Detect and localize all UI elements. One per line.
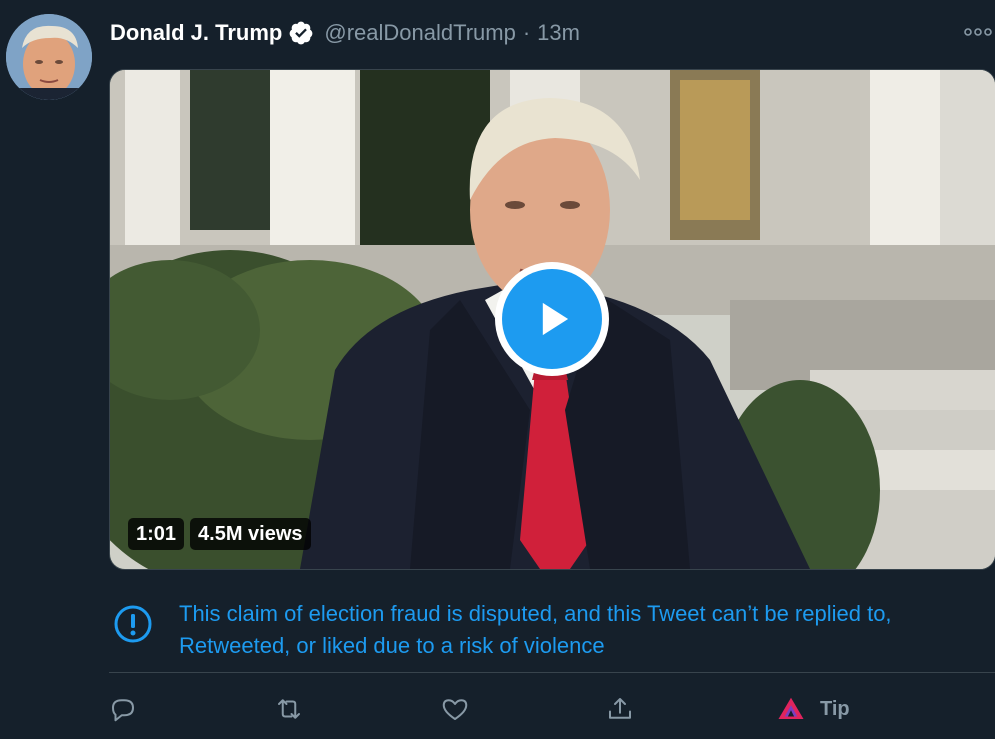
- tweet: Donald J. Trump @realDonaldTrump · 13m 1…: [0, 0, 995, 739]
- avatar[interactable]: [6, 14, 92, 100]
- video-views: 4.5M views: [190, 518, 311, 550]
- author-name[interactable]: Donald J. Trump: [110, 20, 282, 46]
- heart-icon: [442, 699, 468, 720]
- disputed-notice-text[interactable]: This claim of election fraud is disputed…: [179, 598, 994, 662]
- tip-label: Tip: [820, 697, 850, 720]
- share-icon: [609, 698, 631, 719]
- avatar-image: [6, 14, 92, 100]
- play-button[interactable]: [495, 262, 609, 376]
- tweet-timestamp[interactable]: 13m: [537, 20, 580, 46]
- tweet-header: Donald J. Trump @realDonaldTrump · 13m: [110, 16, 580, 50]
- like-button[interactable]: [440, 692, 470, 726]
- retweet-button[interactable]: [274, 692, 304, 726]
- verified-badge-icon: [288, 20, 314, 46]
- play-icon: [502, 269, 602, 369]
- divider: [109, 672, 995, 673]
- author-handle[interactable]: @realDonaldTrump: [324, 20, 515, 46]
- tip-button[interactable]: Tip: [776, 692, 850, 726]
- disputed-notice: This claim of election fraud is disputed…: [109, 598, 994, 662]
- reply-button[interactable]: [108, 692, 138, 726]
- exclamation-circle-icon: [109, 600, 157, 648]
- more-icon[interactable]: [963, 24, 993, 40]
- video-badges: 1:01 4.5M views: [128, 518, 311, 550]
- tweet-actions: Tip: [0, 692, 995, 728]
- share-button[interactable]: [605, 692, 635, 726]
- tip-icon: [778, 697, 804, 719]
- retweet-icon: [278, 699, 300, 719]
- video-player[interactable]: 1:01 4.5M views: [109, 69, 995, 570]
- video-duration: 1:01: [128, 518, 185, 550]
- separator-dot: ·: [522, 20, 531, 45]
- reply-icon: [112, 699, 134, 722]
